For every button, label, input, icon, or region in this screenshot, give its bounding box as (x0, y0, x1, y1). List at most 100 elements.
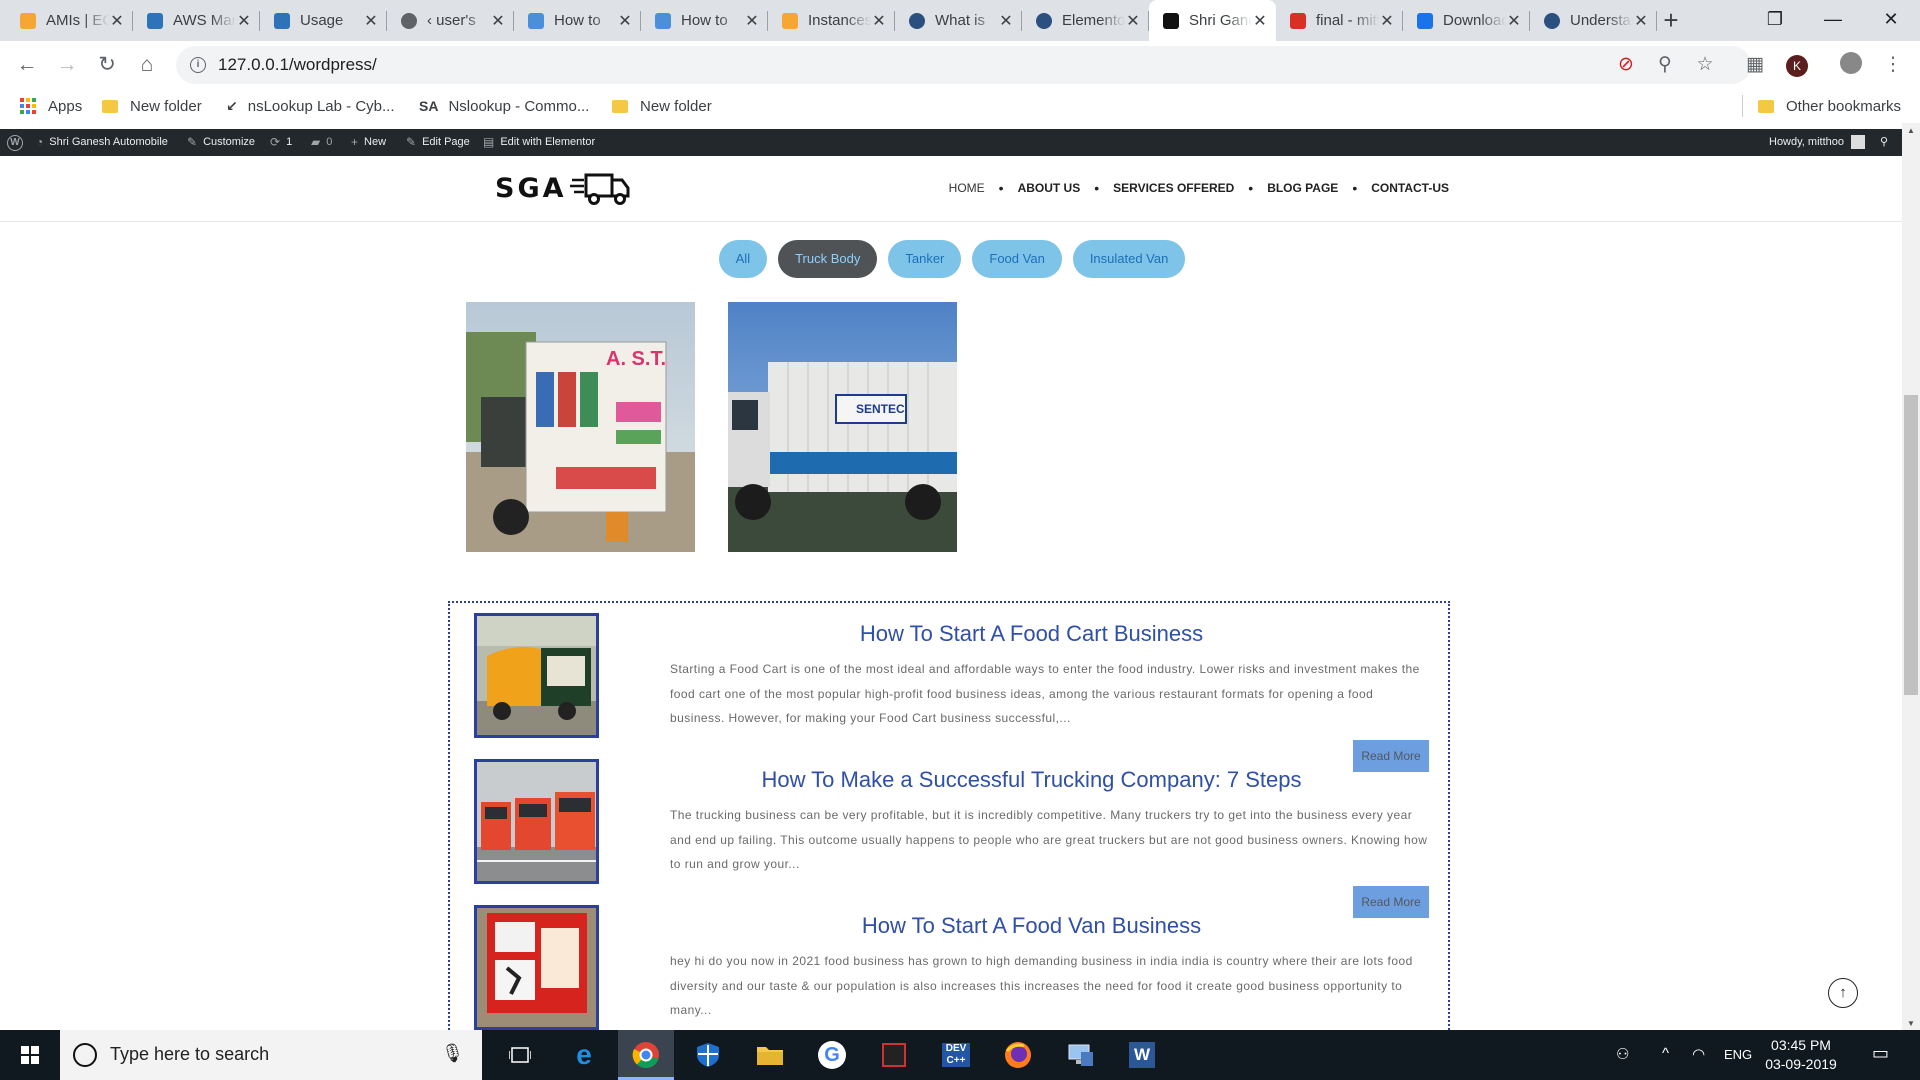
taskbar-firefox[interactable] (990, 1030, 1046, 1080)
bookmark-new-folder[interactable]: New folder (102, 94, 202, 118)
taskbar-defender[interactable] (680, 1030, 736, 1080)
browser-tab[interactable]: AMIs | EC2 Management Console✕ (6, 0, 133, 41)
filter-tanker[interactable]: Tanker (888, 240, 962, 278)
admin-comments[interactable]: ▰ 0 (311, 135, 332, 149)
site-logo[interactable]: SGA (495, 168, 632, 208)
taskbar-edge[interactable]: e (556, 1030, 612, 1080)
admin-updates[interactable]: ⟳ 1 (270, 135, 292, 149)
close-tab-icon[interactable]: ✕ (1125, 11, 1141, 31)
address-bar[interactable]: i 127.0.0.1/wordpress/ ⊘ ⚲ ☆ (176, 46, 1751, 84)
close-tab-icon[interactable]: ✕ (871, 11, 887, 31)
post-thumbnail[interactable] (474, 905, 599, 1030)
taskbar-app-red[interactable] (866, 1030, 922, 1080)
scroll-to-top-button[interactable]: ↑ (1828, 978, 1858, 1008)
blocked-popup-icon[interactable]: ⊘ (1614, 53, 1638, 77)
forward-button[interactable]: → (52, 50, 82, 80)
filter-insulated-van[interactable]: Insulated Van (1072, 240, 1186, 278)
close-tab-icon[interactable]: ✕ (998, 11, 1014, 31)
scroll-down-arrow[interactable]: ▼ (1902, 1019, 1920, 1028)
extensions-icon[interactable]: ▦ (1742, 52, 1768, 78)
filter-truck-body[interactable]: Truck Body (778, 240, 878, 278)
maximize-button[interactable]: ❐ (1746, 0, 1804, 41)
user-account-icon[interactable] (1838, 52, 1864, 78)
wordpress-logo-icon[interactable]: W (7, 135, 23, 151)
close-tab-icon[interactable]: ✕ (1633, 11, 1649, 31)
browser-tab[interactable]: Usage ✕ (260, 0, 387, 41)
browser-tab[interactable]: Instances ✕ (768, 0, 895, 41)
post-title[interactable]: How To Start A Food Van Business (634, 913, 1429, 939)
task-view-button[interactable] (492, 1030, 548, 1080)
filter-all[interactable]: All (718, 240, 768, 278)
browser-tab[interactable]: Elementor ✕ (1022, 0, 1149, 41)
back-button[interactable]: ← (12, 50, 42, 80)
browser-tab[interactable]: How to ✕ (641, 0, 768, 41)
admin-search-icon[interactable]: ⚲ (1880, 135, 1888, 148)
post-title[interactable]: How To Start A Food Cart Business (634, 621, 1429, 647)
close-tab-icon[interactable]: ✕ (490, 11, 506, 31)
taskbar-network-app[interactable] (1052, 1030, 1108, 1080)
admin-edit-page[interactable]: ✎ Edit Page (406, 135, 470, 149)
tray-chevron-icon[interactable]: ^ (1662, 1045, 1669, 1062)
admin-site-name[interactable]: ◔ Shri Ganesh Automobile (36, 135, 168, 149)
browser-tab[interactable]: What is ✕ (895, 0, 1022, 41)
language-indicator[interactable]: ENG (1724, 1047, 1752, 1062)
close-tab-icon[interactable]: ✕ (363, 11, 379, 31)
bookmark-nslookup-common[interactable]: SA Nslookup - Commo... (419, 94, 589, 118)
taskbar-devcpp[interactable]: DEV C++ (928, 1030, 984, 1080)
browser-tab[interactable]: Understanding✕ (1530, 0, 1657, 41)
info-icon[interactable]: i (190, 57, 206, 73)
close-tab-icon[interactable]: ✕ (1379, 11, 1395, 31)
nav-services-offered[interactable]: SERVICES OFFERED (1113, 181, 1234, 195)
wifi-icon[interactable]: ◠ (1692, 1045, 1705, 1063)
admin-customize[interactable]: ✎ Customize (187, 135, 255, 149)
zoom-icon[interactable]: ⚲ (1653, 53, 1677, 77)
post-thumbnail[interactable] (474, 613, 599, 738)
gallery-image-pickup-truck[interactable]: A. S.T. (466, 302, 695, 552)
new-tab-button[interactable]: + (1656, 5, 1686, 35)
filter-food-van[interactable]: Food Van (972, 240, 1062, 278)
close-tab-icon[interactable]: ✕ (617, 11, 633, 31)
start-button[interactable] (0, 1030, 60, 1080)
gallery-image-container-truck[interactable]: SENTEC (728, 302, 957, 552)
people-icon[interactable]: ⚇ (1616, 1045, 1629, 1063)
post-thumbnail[interactable] (474, 759, 599, 884)
microphone-icon[interactable]: 🎙 (441, 1043, 464, 1064)
taskbar-google[interactable]: G (804, 1030, 860, 1080)
taskbar-chrome[interactable] (618, 1030, 674, 1080)
browser-tab[interactable]: final - mitthoo✕ (1276, 0, 1403, 41)
notification-icon[interactable]: ▭ (1872, 1043, 1889, 1064)
reload-button[interactable]: ↻ (92, 50, 122, 80)
close-tab-icon[interactable]: ✕ (1252, 11, 1268, 31)
close-window-button[interactable]: ✕ (1862, 0, 1920, 41)
nav-home[interactable]: HOME (949, 181, 985, 195)
bookmark-other[interactable]: Other bookmarks (1758, 94, 1901, 118)
close-tab-icon[interactable]: ✕ (109, 11, 125, 31)
admin-edit-elementor[interactable]: ▤ Edit with Elementor (483, 135, 595, 149)
taskbar-word[interactable]: W (1114, 1030, 1170, 1080)
minimize-button[interactable]: — (1804, 0, 1862, 41)
post-title[interactable]: How To Make a Successful Trucking Compan… (634, 767, 1429, 793)
nav-blog-page[interactable]: BLOG PAGE (1267, 181, 1338, 195)
page-scrollbar[interactable]: ▲ ▼ (1902, 123, 1920, 1030)
browser-tab[interactable]: Downloads✕ (1403, 0, 1530, 41)
taskbar-file-explorer[interactable] (742, 1030, 798, 1080)
bookmark-apps[interactable]: Apps (20, 94, 82, 118)
browser-tab[interactable]: Shri Ganesh Automobile✕ (1149, 0, 1276, 41)
bookmark-new-folder-2[interactable]: New folder (612, 94, 712, 118)
admin-howdy[interactable]: Howdy, mitthoo (1769, 135, 1865, 149)
nav-about-us[interactable]: ABOUT US (1018, 181, 1081, 195)
bookmark-nslookup-lab[interactable]: ↙ nsLookup Lab - Cyb... (226, 94, 395, 118)
nav-contact-us[interactable]: CONTACT-US (1371, 181, 1449, 195)
close-tab-icon[interactable]: ✕ (744, 11, 760, 31)
home-button[interactable]: ⌂ (132, 50, 162, 80)
profile-avatar[interactable]: K (1784, 52, 1810, 78)
url-text[interactable]: 127.0.0.1/wordpress/ (218, 55, 377, 75)
browser-tab[interactable]: ‹ user's ✕ (387, 0, 514, 41)
system-clock[interactable]: 03:45 PM 03-09-2019 (1756, 1036, 1846, 1074)
browser-tab[interactable]: How to ✕ (514, 0, 641, 41)
menu-icon[interactable]: ⋮ (1880, 52, 1906, 78)
browser-tab[interactable]: AWS Marketplace✕ (133, 0, 260, 41)
admin-new[interactable]: + New (351, 135, 386, 149)
scroll-up-arrow[interactable]: ▲ (1902, 126, 1920, 135)
scrollbar-thumb[interactable] (1904, 395, 1918, 695)
